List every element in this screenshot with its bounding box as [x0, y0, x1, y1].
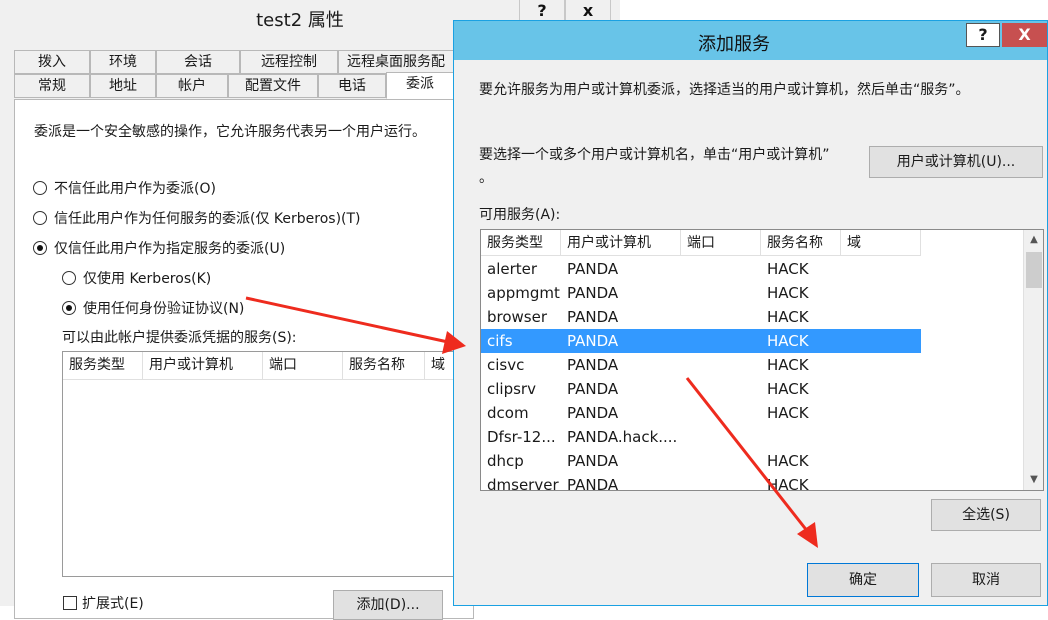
annotation-arrows: [245, 296, 818, 548]
arrow-to-cifs-head: [442, 331, 466, 354]
arrow-to-cifs: [245, 296, 449, 344]
arrow-to-ok-head: [797, 522, 818, 548]
arrow-to-ok: [685, 377, 810, 533]
